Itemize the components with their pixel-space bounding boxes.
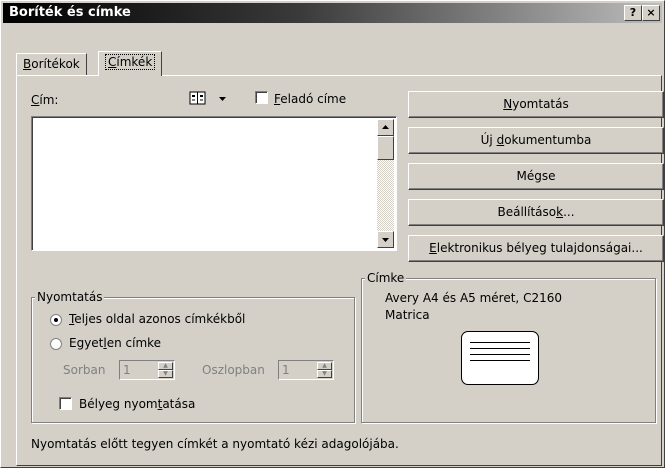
arrow-up-icon: [382, 125, 389, 129]
new-document-button[interactable]: Új dokumentumba: [408, 127, 664, 154]
window-title: Boríték és címke: [9, 5, 131, 20]
column-value: 1: [282, 363, 290, 377]
print-group-legend: Nyomtatás: [35, 290, 105, 304]
help-icon: ?: [629, 6, 637, 19]
close-button[interactable]: ×: [642, 5, 660, 21]
label-group-legend: Címke: [365, 271, 407, 285]
address-textarea[interactable]: [31, 116, 397, 251]
single-label-label: Egyetlen címke: [69, 336, 162, 350]
scroll-down-button[interactable]: [377, 231, 394, 248]
sender-address-checkbox[interactable]: [255, 91, 268, 104]
tab-labels[interactable]: Címkék: [98, 51, 163, 76]
scroll-up-button[interactable]: [377, 119, 394, 136]
title-bar: Boríték és címke ? ×: [3, 3, 662, 23]
label-product-type: Matrica: [385, 308, 430, 322]
estamp-properties-button[interactable]: Elektronikus bélyeg tulajdonságai...: [408, 235, 664, 262]
print-button[interactable]: Nyomtatás: [408, 91, 664, 118]
address-label: Cím:: [31, 93, 59, 107]
close-icon: ×: [646, 6, 656, 19]
tab-labels-text: Címkék: [105, 54, 156, 70]
stamp-print-checkbox[interactable]: [59, 397, 72, 410]
row-value: 1: [123, 363, 131, 377]
row-spinner[interactable]: 1 ▲ ▼: [119, 360, 175, 380]
address-book-button[interactable]: [189, 89, 227, 107]
options-button[interactable]: Beállítások...: [408, 199, 664, 226]
column-spinner[interactable]: 1 ▲ ▼: [278, 360, 334, 380]
status-message: Nyomtatás előtt tegyen címkét a nyomtató…: [31, 437, 399, 451]
tab-envelopes[interactable]: Borítékok: [16, 53, 87, 76]
row-spin-buttons[interactable]: ▲ ▼: [158, 362, 173, 378]
sender-address-label: Feladó címe: [274, 92, 347, 106]
address-scrollbar[interactable]: [377, 119, 394, 248]
stamp-print-label: Bélyeg nyomtatása: [79, 397, 196, 411]
label-preview-icon[interactable]: [461, 331, 539, 385]
full-page-label: Teljes oldal azonos címkékből: [69, 312, 246, 326]
column-spin-buttons[interactable]: ▲ ▼: [317, 362, 332, 378]
arrow-down-icon: [382, 238, 389, 242]
column-label: Oszlopban: [202, 363, 265, 377]
help-button[interactable]: ?: [624, 5, 642, 21]
cancel-button[interactable]: Mégse: [408, 163, 664, 190]
address-book-icon: [189, 91, 226, 105]
chevron-down-icon: [219, 97, 226, 101]
scroll-thumb[interactable]: [377, 136, 394, 160]
full-page-radio[interactable]: [50, 314, 62, 326]
single-label-radio[interactable]: [50, 338, 62, 350]
envelopes-and-labels-dialog: Boríték és címke ? × Borítékok Címkék Cí…: [0, 0, 665, 468]
label-product-name: Avery A4 és A5 méret, C2160: [385, 291, 562, 305]
row-label: Sorban: [63, 363, 106, 377]
